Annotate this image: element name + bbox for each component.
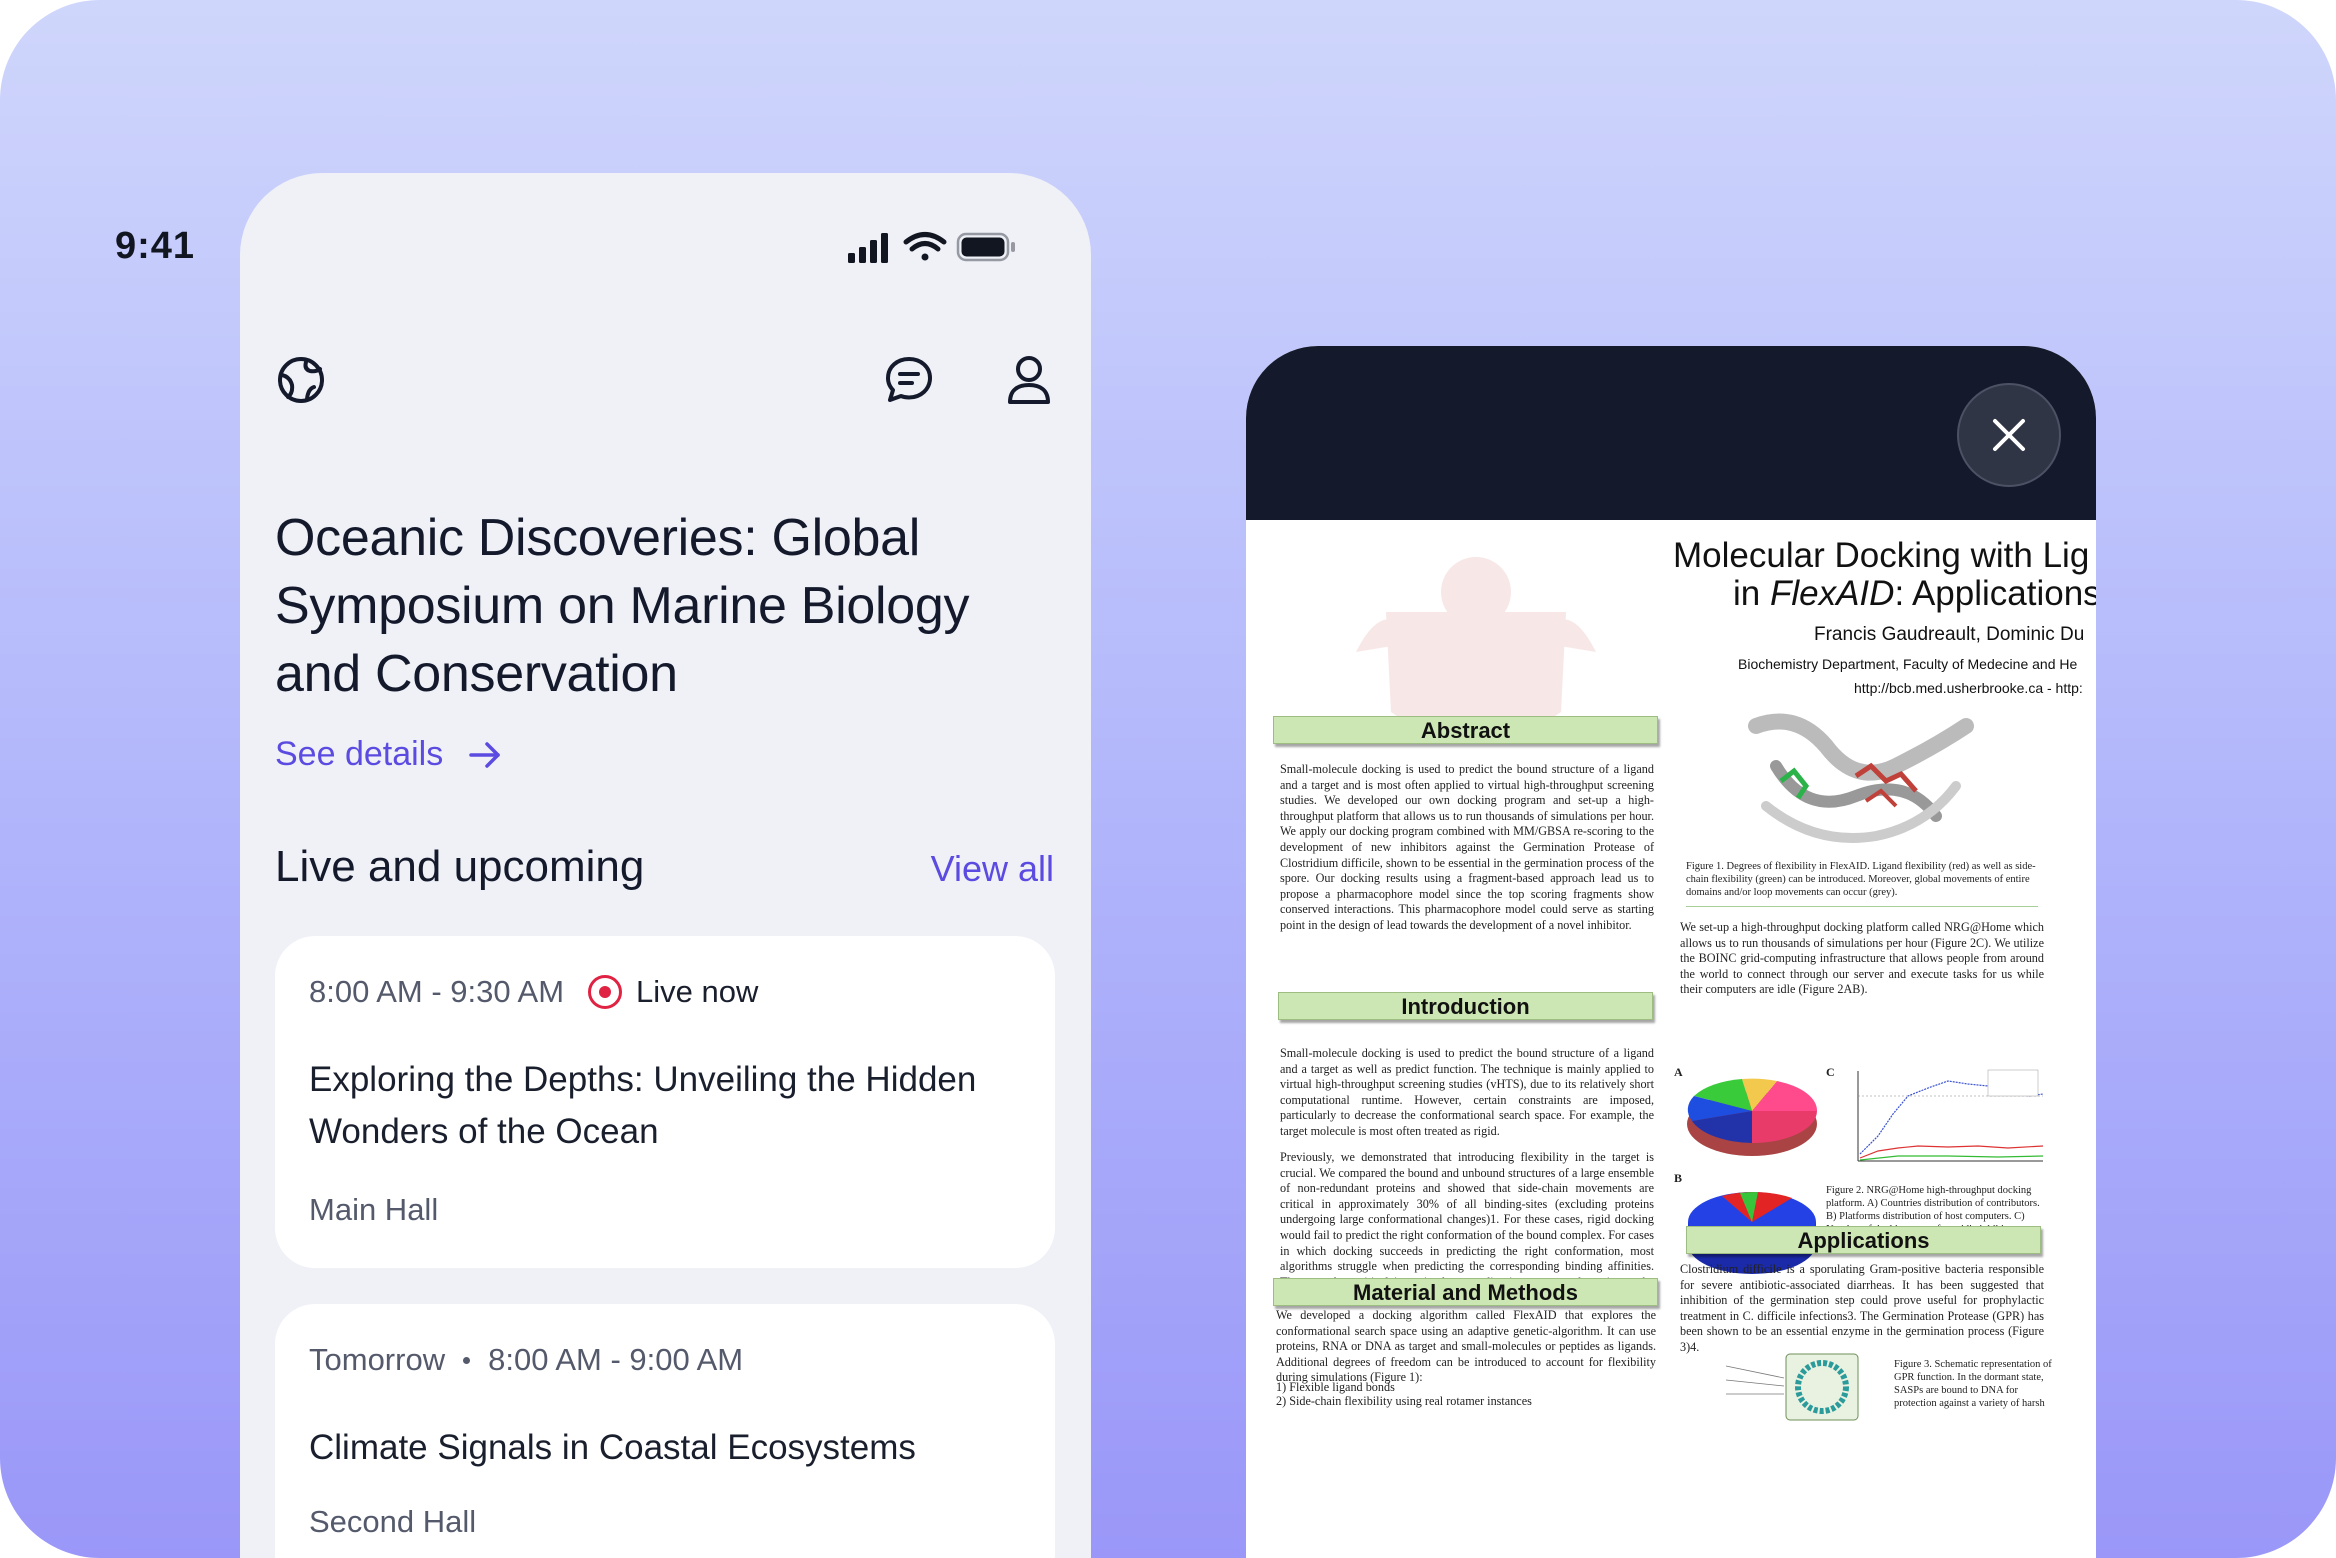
- chat-icon[interactable]: [884, 355, 934, 405]
- see-details-label: See details: [275, 735, 444, 773]
- poster-viewer-screen: Molecular Docking with Lig in FlexAID: A…: [1246, 346, 2096, 1558]
- background-canvas: 9:41 Oceanic Discoveries: Global Symposi…: [0, 0, 2336, 1558]
- poster-document[interactable]: Molecular Docking with Lig in FlexAID: A…: [1246, 520, 2096, 1558]
- close-icon: [1993, 419, 2025, 451]
- session-meta: 8:00 AM - 9:30 AM Live now: [309, 974, 758, 1010]
- arrow-right-icon: [469, 741, 500, 768]
- session-title: Climate Signals in Coastal Ecosystems: [309, 1428, 916, 1467]
- event-title: Oceanic Discoveries: Global Symposium on…: [275, 509, 970, 703]
- section-title: Live and upcoming: [275, 842, 645, 891]
- methods-list-item: 2) Side-chain flexibility using real rot…: [1276, 1394, 1532, 1408]
- session-time: 8:00 AM - 9:00 AM: [488, 1342, 744, 1377]
- session-location: Second Hall: [309, 1504, 477, 1539]
- poster-title-line2: in FlexAID: Applications: [1733, 574, 2096, 614]
- protein-structure-figure: [1748, 713, 1974, 843]
- session-day: Tomorrow: [309, 1342, 446, 1377]
- session-card[interactable]: 8:00 AM - 9:30 AM Live now Exploring the…: [275, 936, 1055, 1268]
- platform-text: We set-up a high-throughput docking plat…: [1680, 920, 2044, 997]
- cellular-signal-icon: [848, 233, 888, 263]
- status-bar-icons: [848, 232, 1015, 263]
- poster-url: http://bcb.med.usherbrooke.ca - http:: [1854, 680, 2083, 696]
- viewer-header: [1246, 346, 2096, 520]
- applications-text: Clostridium difficile is a sporulating G…: [1680, 1262, 2044, 1354]
- session-meta: Tomorrow 8:00 AM - 9:00 AM: [309, 1342, 743, 1378]
- docking-runs-line-chart: [1857, 1069, 2044, 1162]
- figure-label-b: B: [1674, 1171, 1683, 1185]
- methods-text: We developed a docking algorithm called …: [1276, 1308, 1656, 1385]
- methods-heading: Material and Methods: [1273, 1278, 1658, 1306]
- applications-heading: Applications: [1686, 1226, 2041, 1254]
- session-location: Main Hall: [309, 1192, 439, 1227]
- globe-pin-icon[interactable]: [276, 355, 326, 405]
- poster-title-suffix: : Applications: [1894, 574, 2096, 613]
- live-badge: Live now: [636, 974, 759, 1009]
- session-time: 8:00 AM - 9:30 AM: [309, 974, 565, 1009]
- poster-title-line1: Molecular Docking with Lig: [1673, 536, 2090, 575]
- view-all-link[interactable]: View all: [931, 848, 1054, 890]
- session-card[interactable]: Tomorrow 8:00 AM - 9:00 AM Climate Signa…: [275, 1304, 1055, 1558]
- figure1-caption: Figure 1. Degrees of flexibility in Flex…: [1686, 861, 2036, 898]
- wifi-icon: [903, 232, 947, 261]
- countries-pie-chart: [1687, 1078, 1818, 1156]
- battery-icon: [956, 232, 1015, 262]
- gpr-schematic-figure: [1725, 1353, 1859, 1421]
- poster-affiliation: Biochemistry Department, Faculty of Mede…: [1738, 656, 2078, 672]
- figure-label-c: C: [1826, 1065, 1835, 1079]
- poster-authors: Francis Gaudreault, Dominic Du: [1814, 624, 2085, 645]
- user-icon[interactable]: [1006, 355, 1052, 405]
- column-divider: [1686, 906, 2038, 907]
- introduction-heading: Introduction: [1278, 992, 1653, 1020]
- poster-title-prefix: in: [1733, 574, 1770, 613]
- live-indicator-icon: [588, 975, 623, 1009]
- figure3-caption: Figure 3. Schematic representation of GP…: [1894, 1359, 2052, 1409]
- session-title: Exploring the Depths: Unveiling the Hidd…: [309, 1060, 977, 1151]
- separator-dot: [463, 1356, 471, 1364]
- introduction-text-1: Small-molecule docking is used to predic…: [1280, 1046, 1654, 1138]
- poster-title-italic: FlexAID: [1769, 574, 1895, 613]
- close-button[interactable]: [1957, 383, 2061, 487]
- see-details-link[interactable]: See details: [275, 735, 501, 774]
- abstract-text: Small-molecule docking is used to predic…: [1280, 762, 1654, 932]
- status-bar-time: 9:41: [115, 225, 196, 267]
- abstract-heading: Abstract: [1273, 716, 1658, 744]
